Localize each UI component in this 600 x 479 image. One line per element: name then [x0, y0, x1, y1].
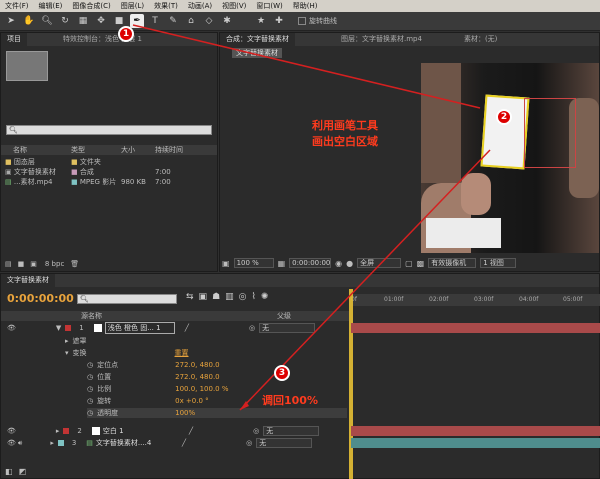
- annotation-badge-3: 3: [274, 365, 290, 381]
- annotation-text-3: 调回100%: [262, 394, 318, 407]
- annotation-badge-1: 1: [118, 26, 134, 42]
- arrow-1: [132, 24, 481, 109]
- annotation-badge-2: 2: [496, 109, 512, 125]
- annotation-text-2: 利用画笔工具 画出空白区域: [312, 119, 378, 148]
